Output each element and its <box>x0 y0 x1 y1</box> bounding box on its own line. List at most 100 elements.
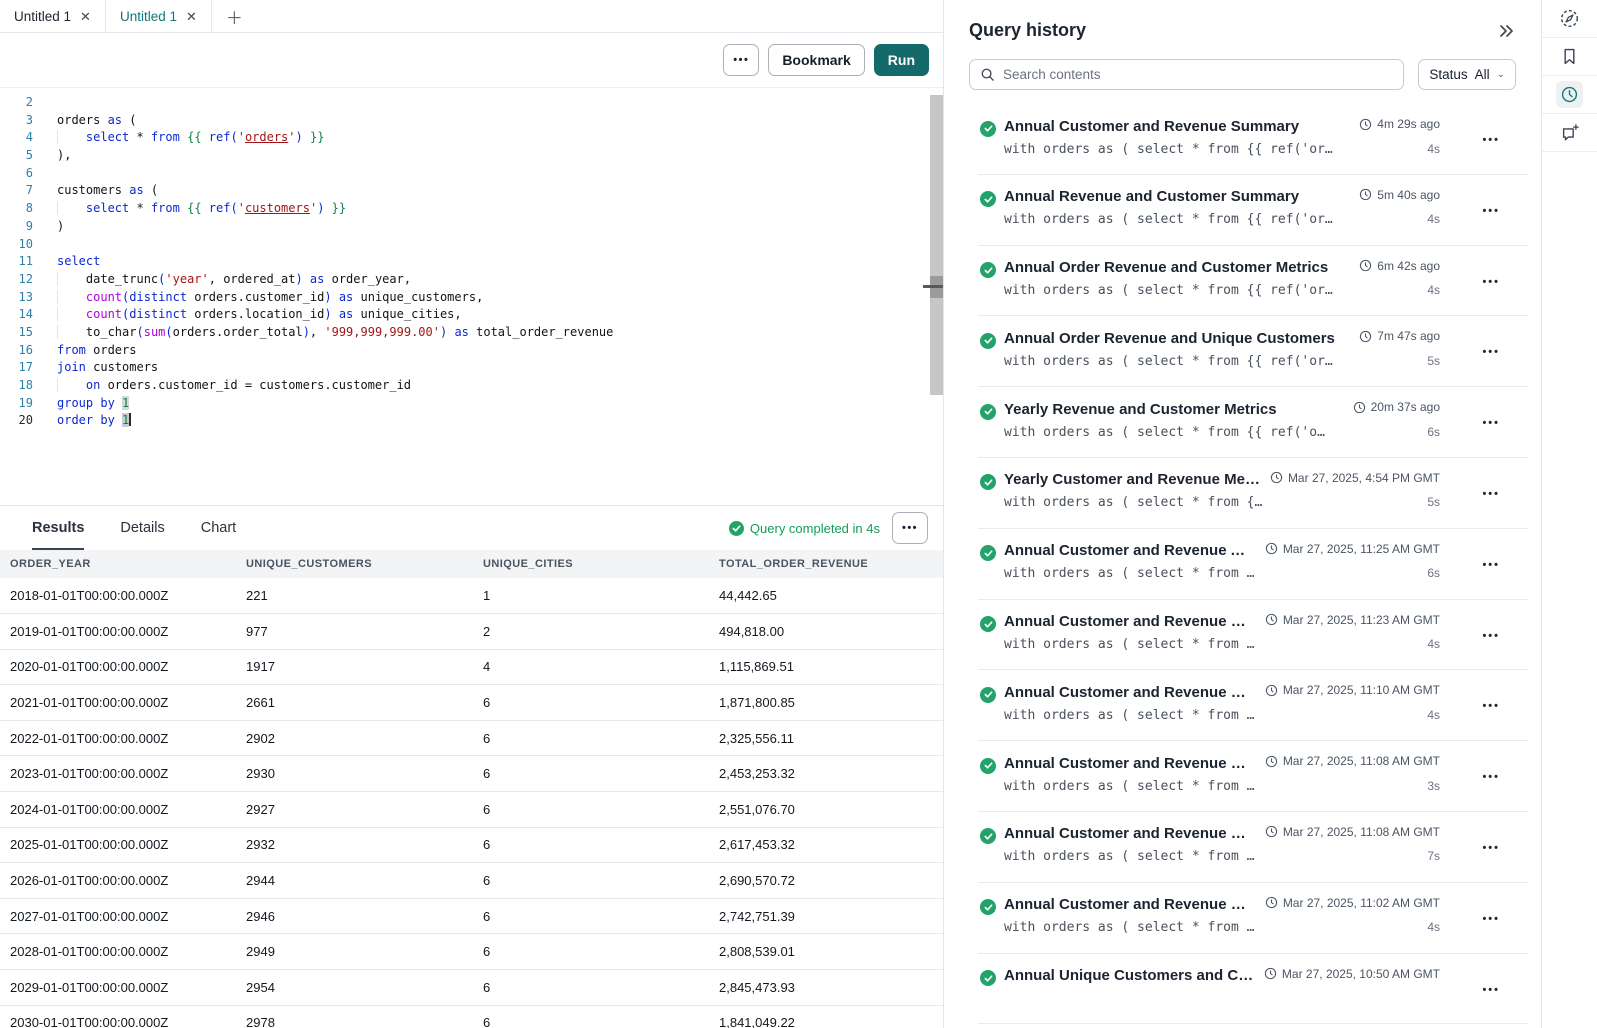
collapse-panel-icon[interactable] <box>1498 23 1516 39</box>
explore-icon[interactable] <box>1542 0 1597 38</box>
item-title: Annual Customer and Revenue Summ... <box>1004 613 1255 630</box>
item-timestamp: Mar 27, 2025, 11:10 AM GMT <box>1265 683 1440 697</box>
run-button[interactable]: Run <box>874 44 929 76</box>
tab-results[interactable]: Results <box>32 506 84 550</box>
query-history-list: Annual Customer and Revenue Summary4m 29… <box>945 104 1540 1024</box>
table-cell: 2 <box>473 614 709 650</box>
code-line[interactable]: order by 1 <box>57 412 943 430</box>
query-history-item[interactable]: Annual Customer and Revenue Summ...Mar 2… <box>945 741 1540 812</box>
query-history-item[interactable]: Annual Customer and Revenue Summary4m 29… <box>945 104 1540 175</box>
item-menu-button[interactable]: ••• <box>1482 700 1500 712</box>
query-history-item[interactable]: Annual Order Revenue and Customer Metric… <box>945 246 1540 317</box>
table-row[interactable]: 2018-01-01T00:00:00.000Z221144,442.65 <box>0 578 943 614</box>
item-sql-snippet: with orders as ( select * from … <box>1004 920 1415 935</box>
table-row[interactable]: 2028-01-01T00:00:00.000Z294962,808,539.0… <box>0 934 943 970</box>
item-menu-button[interactable]: ••• <box>1482 417 1500 429</box>
code-line[interactable]: to_char(sum(orders.order_total), '999,99… <box>57 324 943 342</box>
tab-untitled-2-active[interactable]: Untitled 1 ✕ <box>106 0 212 32</box>
bookmark-button[interactable]: Bookmark <box>768 44 864 76</box>
query-history-item[interactable]: Annual Revenue and Customer Summary5m 40… <box>945 175 1540 246</box>
query-status-text: Query completed in 4s <box>750 521 880 536</box>
table-cell: 6 <box>473 1005 709 1028</box>
clock-icon <box>1265 896 1278 909</box>
code-line[interactable] <box>57 165 943 183</box>
item-sql-snippet: with orders as ( select * from {{ ref('o… <box>1004 283 1415 298</box>
table-row[interactable]: 2023-01-01T00:00:00.000Z293062,453,253.3… <box>0 756 943 792</box>
item-menu-button[interactable]: ••• <box>1482 559 1500 571</box>
code-line[interactable]: on orders.customer_id = customers.custom… <box>57 377 943 395</box>
code-line[interactable]: count(distinct orders.customer_id) as un… <box>57 289 943 307</box>
line-number: 18 <box>0 377 33 395</box>
close-tab-icon[interactable]: ✕ <box>186 10 197 23</box>
query-history-item[interactable]: Annual Customer and Revenue Summ...Mar 2… <box>945 670 1540 741</box>
editor-scrollbar[interactable] <box>930 95 943 395</box>
code-line[interactable]: count(distinct orders.location_id) as un… <box>57 306 943 324</box>
query-history-item[interactable]: Annual Customer and Revenue AnalysisMar … <box>945 529 1540 600</box>
new-tab-button[interactable]: ＋ <box>212 0 257 32</box>
item-sql-snippet: with orders as ( select * from … <box>1004 708 1415 723</box>
code-line[interactable]: join customers <box>57 359 943 377</box>
code-line[interactable]: select * from {{ ref('orders') }} <box>57 129 943 147</box>
item-menu-button[interactable]: ••• <box>1482 842 1500 854</box>
code-line[interactable]: date_trunc('year', ordered_at) as order_… <box>57 271 943 289</box>
table-row[interactable]: 2020-01-01T00:00:00.000Z191741,115,869.5… <box>0 649 943 685</box>
code-line[interactable]: select <box>57 253 943 271</box>
item-menu-button[interactable]: ••• <box>1482 205 1500 217</box>
success-check-icon <box>980 262 996 278</box>
tab-details[interactable]: Details <box>120 506 164 550</box>
code-line[interactable]: ) <box>57 218 943 236</box>
table-row[interactable]: 2026-01-01T00:00:00.000Z294462,690,570.7… <box>0 863 943 899</box>
code-line[interactable]: customers as ( <box>57 182 943 200</box>
tab-chart[interactable]: Chart <box>201 506 236 550</box>
table-row[interactable]: 2024-01-01T00:00:00.000Z292762,551,076.7… <box>0 792 943 828</box>
query-history-item[interactable]: Annual Order Revenue and Unique Customer… <box>945 316 1540 387</box>
clock-icon <box>1265 825 1278 838</box>
table-row[interactable]: 2019-01-01T00:00:00.000Z9772494,818.00 <box>0 614 943 650</box>
sql-editor[interactable]: 234567891011121314151617181920 orders as… <box>0 88 943 505</box>
item-menu-button[interactable]: ••• <box>1482 630 1500 642</box>
item-menu-button[interactable]: ••• <box>1482 984 1500 996</box>
search-input[interactable] <box>1003 67 1393 82</box>
item-menu-button[interactable]: ••• <box>1482 134 1500 146</box>
success-check-icon <box>980 191 996 207</box>
bookmark-icon[interactable] <box>1542 38 1597 76</box>
status-filter-dropdown[interactable]: Status All ⌄ <box>1418 59 1516 90</box>
item-menu-button[interactable]: ••• <box>1482 346 1500 358</box>
history-search-box[interactable] <box>969 59 1404 90</box>
close-tab-icon[interactable]: ✕ <box>80 10 91 23</box>
item-menu-button[interactable]: ••• <box>1482 276 1500 288</box>
query-history-icon[interactable] <box>1542 76 1597 114</box>
code-line[interactable] <box>57 236 943 254</box>
item-menu-button[interactable]: ••• <box>1482 488 1500 500</box>
table-row[interactable]: 2022-01-01T00:00:00.000Z290262,325,556.1… <box>0 720 943 756</box>
code-line[interactable]: select * from {{ ref('customers') }} <box>57 200 943 218</box>
item-menu-button[interactable]: ••• <box>1482 913 1500 925</box>
query-history-item[interactable]: Annual Unique Customers and City A…Mar 2… <box>945 954 1540 1025</box>
table-row[interactable]: 2025-01-01T00:00:00.000Z293262,617,453.3… <box>0 827 943 863</box>
results-more-button[interactable]: ••• <box>892 512 928 544</box>
tab-untitled-1[interactable]: Untitled 1 ✕ <box>0 0 106 32</box>
code-line[interactable] <box>57 94 943 112</box>
table-row[interactable]: 2030-01-01T00:00:00.000Z297861,841,049.2… <box>0 1005 943 1028</box>
code-line[interactable]: from orders <box>57 342 943 360</box>
query-history-item[interactable]: Yearly Customer and Revenue MetricsMar 2… <box>945 458 1540 529</box>
item-timestamp: Mar 27, 2025, 11:23 AM GMT <box>1265 613 1440 627</box>
query-history-title: Query history <box>969 20 1086 41</box>
table-row[interactable]: 2027-01-01T00:00:00.000Z294662,742,751.3… <box>0 898 943 934</box>
editor-more-button[interactable]: ••• <box>723 44 759 76</box>
code-lines[interactable]: orders as ( select * from {{ ref('orders… <box>33 94 943 505</box>
code-line[interactable]: orders as ( <box>57 112 943 130</box>
ai-assistant-icon[interactable] <box>1542 114 1597 152</box>
item-menu-button[interactable]: ••• <box>1482 771 1500 783</box>
table-row[interactable]: 2029-01-01T00:00:00.000Z295462,845,473.9… <box>0 970 943 1006</box>
query-history-item[interactable]: Yearly Revenue and Customer Metrics20m 3… <box>945 387 1540 458</box>
code-line[interactable]: group by 1 <box>57 395 943 413</box>
item-timestamp: 7m 47s ago <box>1359 329 1440 343</box>
query-history-item[interactable]: Annual Customer and Revenue Summ... Mar 2… <box>945 600 1540 671</box>
line-number: 17 <box>0 359 33 377</box>
line-number: 13 <box>0 289 33 307</box>
code-line[interactable]: ), <box>57 147 943 165</box>
query-history-item[interactable]: Annual Customer and Revenue Summ...Mar 2… <box>945 812 1540 883</box>
query-history-item[interactable]: Annual Customer and Revenue Summ...Mar 2… <box>945 883 1540 954</box>
table-row[interactable]: 2021-01-01T00:00:00.000Z266161,871,800.8… <box>0 685 943 721</box>
